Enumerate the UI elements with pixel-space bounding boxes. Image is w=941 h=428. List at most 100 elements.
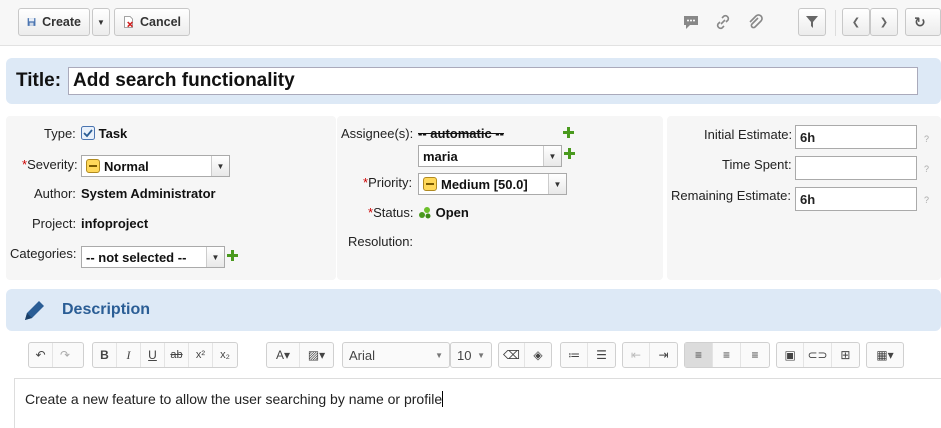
indent-group: ⇤ ⇥ [622, 342, 678, 368]
save-icon [27, 18, 36, 26]
add-assignee-icon[interactable] [563, 127, 574, 138]
assignee-automatic: -- automatic -- [418, 126, 504, 141]
diagram-icon[interactable]: ⊞ [832, 343, 859, 367]
add-category-icon[interactable] [227, 250, 238, 261]
priority-select[interactable]: Medium [50.0] ▼ [418, 173, 567, 195]
subscript-icon[interactable]: x₂ [213, 343, 237, 367]
table-icon[interactable]: ▦▾ [867, 343, 903, 367]
title-band: Title: Add search functionality [6, 58, 941, 104]
type-value: Task [81, 126, 127, 141]
create-dropdown-button[interactable]: ▼ [92, 8, 110, 36]
comment-icon[interactable] [680, 12, 702, 32]
chevron-down-icon: ▼ [543, 146, 561, 166]
cancel-button[interactable]: Cancel [114, 8, 190, 36]
status-value: Open [418, 205, 469, 220]
severity-label: *Severity: [22, 157, 78, 172]
next-button[interactable]: ❯ [870, 8, 898, 36]
status-text: Open [435, 205, 469, 220]
title-label: Title: [16, 70, 62, 91]
link-insert-icon[interactable]: ⊂⊃ [804, 343, 832, 367]
outdent-icon[interactable]: ⇤ [623, 343, 651, 367]
initial-estimate-help[interactable]: ? [924, 134, 929, 144]
eraser-icon[interactable]: ⌫ [499, 343, 526, 367]
refresh-button[interactable]: ↻ [905, 8, 941, 36]
image-icon[interactable]: ▣ [777, 343, 805, 367]
align-right-icon[interactable]: ≡ [741, 343, 769, 367]
remaining-estimate-input[interactable]: 6h [795, 187, 917, 211]
author-label: Author: [34, 186, 76, 201]
text-cursor [442, 391, 444, 407]
chevron-down-icon: ▼ [435, 350, 443, 360]
severity-select[interactable]: Normal ▼ [81, 155, 230, 177]
chevron-down-icon: ▼ [548, 174, 566, 194]
link-icon[interactable] [712, 12, 734, 32]
filter-icon [806, 16, 818, 28]
project-label: Project: [32, 216, 77, 231]
open-status-icon [419, 207, 431, 219]
text-style-group: B I U ab x² x₂ [92, 342, 238, 368]
font-family-select[interactable]: Arial ▼ [342, 342, 450, 368]
author-value: System Administrator [81, 186, 216, 201]
cancel-button-label: Cancel [140, 15, 181, 29]
initial-estimate-label: Initial Estimate: [704, 127, 793, 142]
bulleted-list-icon[interactable]: ☰ [588, 343, 615, 367]
align-group: ≡ ≡ ≡ [684, 342, 770, 368]
chevron-left-icon: ❮ [851, 16, 861, 28]
caret-down-icon: ▼ [97, 17, 105, 27]
categories-value: -- not selected -- [86, 249, 187, 265]
description-band: Description [6, 289, 941, 331]
description-editor[interactable]: Create a new feature to allow the user s… [14, 378, 941, 428]
type-text: Task [98, 126, 128, 141]
underline-icon[interactable]: U [141, 343, 165, 367]
chevron-down-icon: ▼ [206, 247, 224, 267]
font-family-value: Arial [349, 347, 376, 363]
assignee-value: maria [423, 148, 458, 164]
type-label: Type: [44, 126, 76, 141]
italic-icon[interactable]: I [117, 343, 141, 367]
remaining-estimate-help[interactable]: ? [924, 195, 929, 205]
time-spent-label: Time Spent: [722, 157, 792, 172]
priority-label: *Priority: [363, 175, 413, 190]
status-label: *Status: [368, 205, 414, 220]
redo-icon[interactable]: ↷ [53, 343, 77, 367]
numbered-list-icon[interactable]: ≔ [561, 343, 589, 367]
project-value: infoproject [81, 216, 149, 231]
attachment-icon[interactable] [744, 12, 766, 32]
title-input[interactable]: Add search functionality [68, 67, 918, 95]
filter-button[interactable] [798, 8, 826, 36]
superscript-icon[interactable]: x² [189, 343, 213, 367]
table-group: ▦▾ [866, 342, 904, 368]
categories-select[interactable]: -- not selected -- ▼ [81, 246, 225, 268]
align-left-icon[interactable]: ≡ [685, 343, 713, 367]
font-size-select[interactable]: 10 ▼ [450, 342, 492, 368]
chevron-down-icon: ▼ [211, 156, 229, 176]
priority-value: Medium [50.0] [441, 176, 528, 192]
list-group: ≔ ☰ [560, 342, 616, 368]
severity-icon [86, 159, 100, 173]
clear-format-icon[interactable]: ◈ [525, 343, 551, 367]
undo-icon[interactable]: ↶ [29, 343, 53, 367]
eraser-group: ⌫ ◈ [498, 342, 552, 368]
time-spent-help[interactable]: ? [924, 164, 929, 174]
create-button[interactable]: Create [18, 8, 90, 36]
refresh-icon: ↻ [914, 13, 926, 30]
align-center-icon[interactable]: ≡ [713, 343, 741, 367]
insert-group: ▣ ⊂⊃ ⊞ [776, 342, 860, 368]
time-spent-input[interactable] [795, 156, 917, 180]
chevron-down-icon: ▼ [477, 350, 485, 360]
initial-estimate-input[interactable]: 6h [795, 125, 917, 149]
indent-icon[interactable]: ⇥ [650, 343, 677, 367]
resolution-label: Resolution: [348, 234, 414, 249]
previous-button[interactable]: ❮ [842, 8, 870, 36]
strikethrough-icon[interactable]: ab [165, 343, 189, 367]
background-color-icon[interactable]: ▨▾ [300, 343, 333, 367]
font-color-icon[interactable]: A▾ [267, 343, 301, 367]
add-assignee-row-icon[interactable] [564, 148, 575, 159]
severity-value: Normal [104, 158, 149, 174]
assignee-select[interactable]: maria ▼ [418, 145, 562, 167]
assignees-label: Assignee(s): [341, 126, 414, 141]
top-toolbar: Create ▼ Cancel ❮ ❯ ↻ [0, 0, 941, 46]
create-button-label: Create [42, 15, 81, 29]
priority-icon [423, 177, 437, 191]
bold-icon[interactable]: B [93, 343, 117, 367]
